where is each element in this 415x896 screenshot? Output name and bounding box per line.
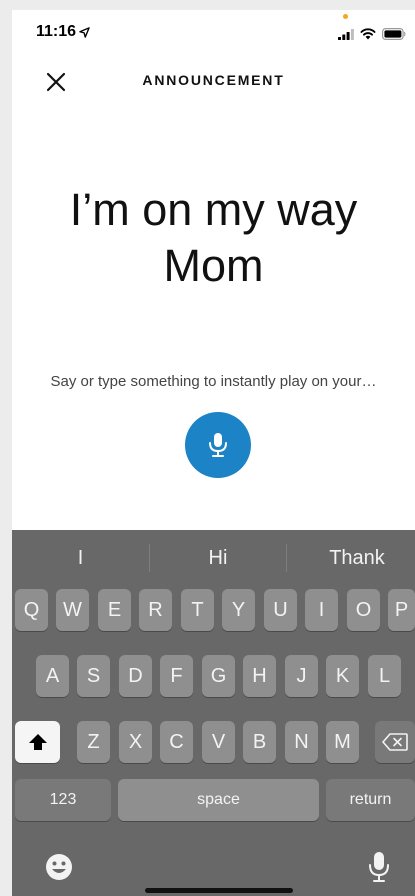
voice-input-button[interactable] — [185, 412, 251, 478]
key-c[interactable]: C — [160, 721, 193, 763]
key-q[interactable]: Q — [15, 589, 48, 631]
page-title: ANNOUNCEMENT — [142, 72, 285, 88]
key-s[interactable]: S — [77, 655, 110, 697]
keyboard: I Hi Thank Q W E R T Y U I O P A S D F G… — [12, 530, 415, 896]
key-u[interactable]: U — [264, 589, 297, 631]
key-e[interactable]: E — [98, 589, 131, 631]
key-l[interactable]: L — [368, 655, 401, 697]
key-r[interactable]: R — [139, 589, 172, 631]
return-key[interactable]: return — [326, 779, 415, 821]
key-y[interactable]: Y — [222, 589, 255, 631]
key-m[interactable]: M — [326, 721, 359, 763]
message-line-2: Mom — [163, 240, 264, 291]
key-h[interactable]: H — [243, 655, 276, 697]
key-j[interactable]: J — [285, 655, 318, 697]
key-k[interactable]: K — [326, 655, 359, 697]
backspace-icon — [382, 733, 408, 751]
message-line-1: I’m on my way — [69, 184, 358, 235]
key-f[interactable]: F — [160, 655, 193, 697]
home-indicator[interactable] — [145, 888, 293, 893]
microphone-icon — [209, 433, 227, 457]
key-n[interactable]: N — [285, 721, 318, 763]
key-i[interactable]: I — [305, 589, 338, 631]
key-o[interactable]: O — [347, 589, 380, 631]
screen: 11:16 ANNOUNCEMENT I’m on my way Mom Say… — [12, 10, 415, 896]
key-t[interactable]: T — [181, 589, 214, 631]
key-a[interactable]: A — [36, 655, 69, 697]
location-arrow-icon — [79, 26, 90, 38]
key-x[interactable]: X — [119, 721, 152, 763]
instruction-text: Say or type something to instantly play … — [50, 373, 377, 390]
space-key[interactable]: space — [118, 779, 319, 821]
status-bar: 11:16 — [12, 10, 415, 54]
status-time: 11:16 — [36, 23, 77, 40]
key-g[interactable]: G — [202, 655, 235, 697]
announcement-message[interactable]: I’m on my way Mom — [32, 182, 395, 294]
key-w[interactable]: W — [56, 589, 89, 631]
shift-icon — [28, 734, 47, 750]
shift-key[interactable] — [15, 721, 60, 763]
key-d[interactable]: D — [119, 655, 152, 697]
status-time-group: 11:16 — [36, 23, 90, 41]
emoji-icon[interactable] — [44, 852, 74, 882]
key-b[interactable]: B — [243, 721, 276, 763]
privacy-indicator-dot — [343, 14, 348, 19]
suggestion-1[interactable]: I — [12, 530, 149, 586]
battery-icon — [382, 28, 406, 40]
wifi-icon — [360, 28, 376, 40]
suggestion-3[interactable]: Thank — [287, 530, 415, 586]
key-v[interactable]: V — [202, 721, 235, 763]
dictation-icon[interactable] — [367, 850, 391, 884]
backspace-key[interactable] — [375, 721, 415, 763]
key-z[interactable]: Z — [77, 721, 110, 763]
numbers-key[interactable]: 123 — [15, 779, 111, 821]
suggestion-2[interactable]: Hi — [150, 530, 286, 586]
signal-icon — [338, 29, 354, 40]
key-p[interactable]: P — [388, 589, 415, 631]
